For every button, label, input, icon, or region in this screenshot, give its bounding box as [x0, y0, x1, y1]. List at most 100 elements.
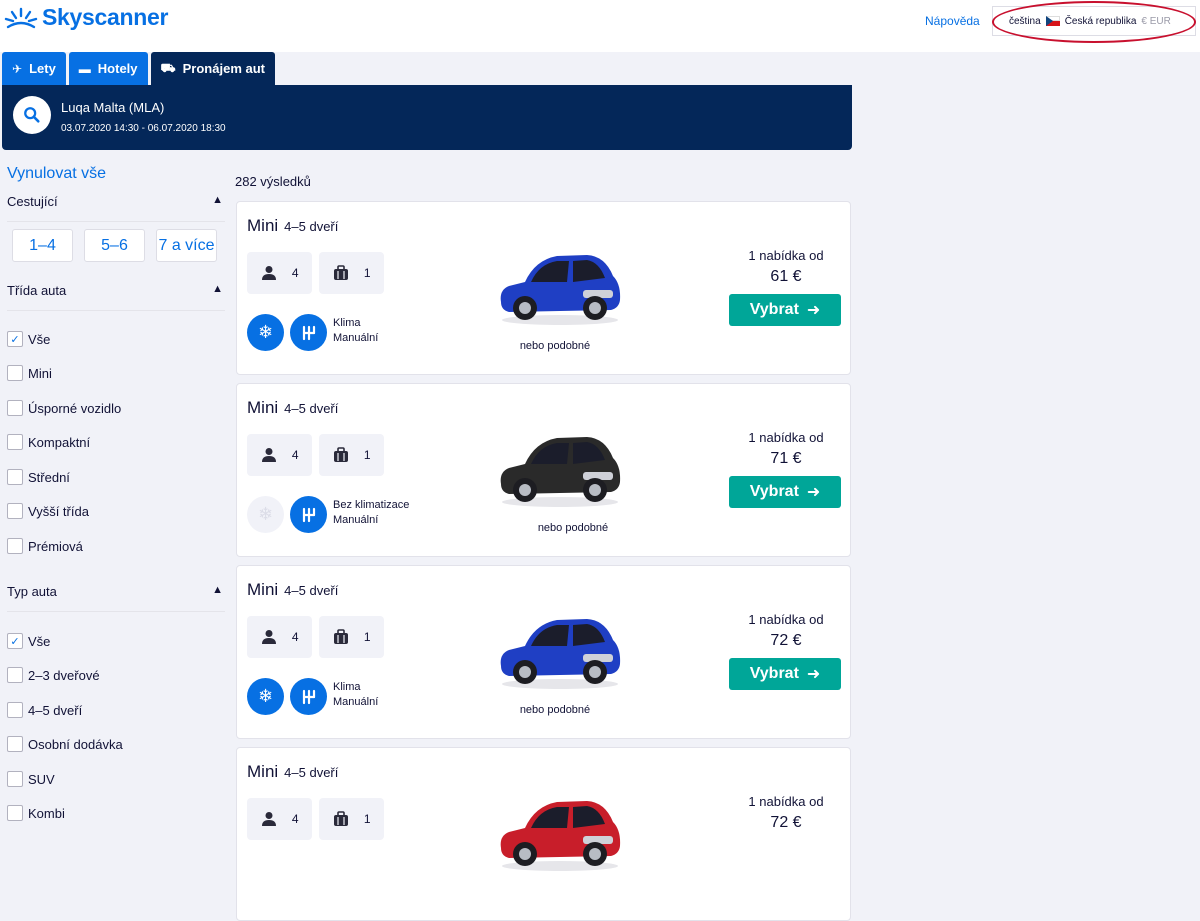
option-label: 4–5 dveří [28, 702, 83, 718]
gearshift-icon [302, 689, 315, 704]
plane-icon: ✈ [12, 61, 23, 76]
car-type-option[interactable]: 2–3 dveřové [7, 665, 100, 685]
car-type-option[interactable]: ✓ Vše [7, 631, 50, 651]
passengers-5-6-button[interactable]: 5–6 [84, 229, 145, 262]
passengers-1-4-button[interactable]: 1–4 [12, 229, 73, 262]
bags-spec: 1 [319, 252, 384, 294]
chevron-up-icon: ▲ [212, 194, 223, 206]
car-class-title: Mini 4–5 dveří [247, 398, 338, 418]
car-class-option[interactable]: Střední [7, 467, 70, 487]
car-class-option[interactable]: Prémiová [7, 536, 83, 556]
tab-flights[interactable]: ✈ Lety [2, 52, 66, 85]
language-label: čeština [1009, 15, 1041, 27]
select-button[interactable]: Vybrat ➜ [729, 476, 841, 508]
car-class-option[interactable]: ✓ Vše [7, 329, 50, 349]
checkbox[interactable] [7, 503, 23, 519]
car-features: Bez klimatizace Manuální [333, 498, 409, 528]
tab-label: Lety [29, 61, 56, 76]
car-type-option[interactable]: Kombi [7, 803, 65, 823]
car-type-option[interactable]: SUV [7, 769, 55, 789]
product-tabs: ✈ Lety ▬ Hotely ⛟ Pronájem aut [2, 52, 275, 85]
search-summary[interactable]: Luqa Malta (MLA) 03.07.2020 14:30 - 06.0… [2, 85, 852, 150]
option-label: Osobní dodávka [28, 736, 123, 752]
car-result-card[interactable]: Mini 4–5 dveří 4 1 1 nabídka od 72 € [236, 747, 851, 921]
gearshift-icon [302, 325, 315, 340]
passenger-options: 1–4 5–6 7 a více [12, 229, 217, 262]
car-class-option[interactable]: Kompaktní [7, 432, 90, 452]
car-features: Klima Manuální [333, 680, 378, 710]
locale-selector[interactable]: čeština Česká republika € EUR [992, 6, 1196, 36]
transmission-label: Manuální [333, 696, 379, 708]
checkbox[interactable] [7, 805, 23, 821]
person-icon [262, 812, 277, 826]
price: 71 € [770, 450, 802, 467]
chevron-up-icon: ▲ [212, 283, 223, 295]
car-type-option[interactable]: Osobní dodávka [7, 734, 123, 754]
car-class: Mini [247, 580, 279, 599]
car-type-option[interactable]: 4–5 dveří [7, 700, 82, 720]
or-similar-label: nebo podobné [537, 522, 609, 534]
checkbox[interactable] [7, 667, 23, 683]
seats-spec: 4 [247, 252, 312, 294]
checkbox[interactable] [7, 736, 23, 752]
offer-count: 1 nabídka od [748, 612, 824, 627]
checkbox[interactable] [7, 771, 23, 787]
person-icon [262, 630, 277, 644]
checkbox[interactable]: ✓ [7, 633, 23, 649]
car-class-option[interactable]: Vyšší třída [7, 501, 89, 521]
tab-car-hire[interactable]: ⛟ Pronájem aut [150, 52, 275, 85]
gearshift-icon [302, 507, 315, 522]
select-button[interactable]: Vybrat ➜ [729, 658, 841, 690]
or-similar-label: nebo podobné [519, 704, 591, 716]
car-result-card[interactable]: Mini 4–5 dveří 4 1 ❄ [236, 383, 851, 557]
option-label: Kompaktní [28, 434, 91, 450]
select-button[interactable]: Vybrat ➜ [729, 294, 841, 326]
passengers-7-plus-button[interactable]: 7 a více [156, 229, 217, 262]
top-bar: Skyscanner Nápověda čeština Česká republ… [0, 0, 1200, 52]
checkbox[interactable] [7, 538, 23, 554]
ac-label: Bez klimatizace [333, 499, 410, 511]
suitcase-icon [334, 811, 349, 826]
tab-hotels[interactable]: ▬ Hotely [68, 52, 148, 85]
option-label: Vše [28, 633, 51, 649]
option-label: Kombi [28, 805, 65, 821]
person-icon [262, 266, 277, 280]
checkbox[interactable] [7, 400, 23, 416]
bed-icon: ▬ [78, 61, 91, 76]
currency-label: € EUR [1141, 15, 1171, 27]
filter-title: Třída auta [7, 283, 67, 298]
option-label: Vyšší třída [28, 503, 89, 519]
bag-count: 1 [363, 266, 371, 280]
arrow-right-icon: ➜ [806, 484, 821, 501]
checkbox[interactable] [7, 434, 23, 450]
checkbox[interactable]: ✓ [7, 331, 23, 347]
reset-filters-link[interactable]: Vynulovat vše [7, 165, 106, 183]
help-link[interactable]: Nápověda [925, 14, 980, 28]
manual-transmission-icon [290, 314, 327, 351]
car-class-option[interactable]: Mini [7, 363, 52, 383]
skyscanner-logo[interactable]: Skyscanner [4, 4, 168, 31]
car-class-option[interactable]: Úsporné vozidlo [7, 398, 121, 418]
car-type-filter-header[interactable]: Typ auta ▲ [7, 584, 225, 612]
option-label: Mini [28, 365, 52, 381]
checkbox[interactable] [7, 365, 23, 381]
search-button[interactable] [13, 96, 51, 134]
option-label: Vše [28, 331, 51, 347]
checkbox[interactable] [7, 702, 23, 718]
bags-spec: 1 [319, 616, 384, 658]
select-label: Vybrat [749, 483, 799, 500]
tab-label: Pronájem aut [182, 61, 265, 76]
checkbox[interactable] [7, 469, 23, 485]
seats-spec: 4 [247, 616, 312, 658]
car-result-card[interactable]: Mini 4–5 dveří 4 1 ❄ [236, 565, 851, 739]
arrow-right-icon: ➜ [806, 302, 821, 319]
car-class-filter-header[interactable]: Třída auta ▲ [7, 283, 225, 311]
door-count: 4–5 dveří [284, 765, 339, 780]
car-result-card[interactable]: Mini 4–5 dveří 4 1 ❄ [236, 201, 851, 375]
option-label: 2–3 dveřové [28, 667, 100, 683]
passengers-filter-header[interactable]: Cestující ▲ [7, 194, 225, 222]
option-label: Střední [28, 469, 70, 485]
offer-count: 1 nabídka od [748, 248, 824, 263]
ac-label: Klima [333, 681, 361, 693]
bag-count: 1 [363, 448, 371, 462]
